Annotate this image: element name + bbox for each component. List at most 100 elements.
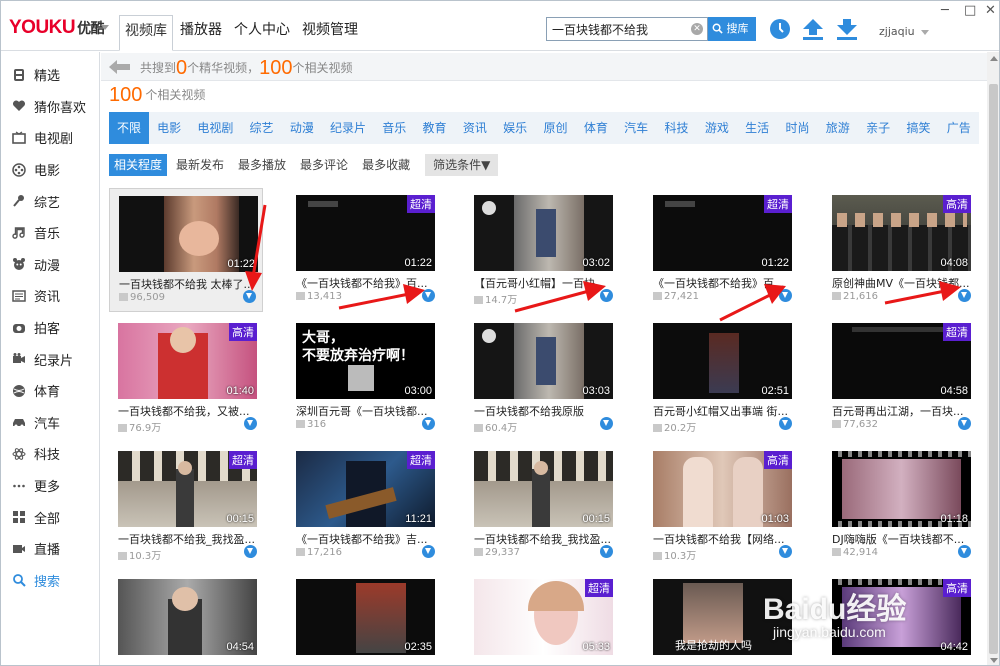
- video-thumbnail[interactable]: 00:15: [474, 451, 613, 527]
- video-thumbnail[interactable]: 02:51: [653, 323, 792, 399]
- sort-option[interactable]: 相关程度: [109, 154, 168, 176]
- download-video-icon[interactable]: [244, 417, 257, 430]
- category-tab[interactable]: 教育: [414, 112, 454, 144]
- close-button[interactable]: ✕: [985, 3, 996, 18]
- sidebar-item-variety[interactable]: 综艺: [1, 185, 99, 217]
- category-tab[interactable]: 广告: [939, 112, 979, 144]
- sidebar-item-all[interactable]: 全部: [1, 501, 99, 533]
- category-tab[interactable]: 娱乐: [495, 112, 535, 144]
- sidebar-item-featured[interactable]: 精选: [1, 59, 99, 91]
- download-video-icon[interactable]: [600, 417, 613, 430]
- category-tab[interactable]: 电影: [149, 112, 189, 144]
- category-tab[interactable]: 搞笑: [898, 112, 938, 144]
- sidebar-item-sports[interactable]: 体育: [1, 375, 99, 407]
- video-thumbnail[interactable]: 超清 05:33: [474, 579, 613, 655]
- category-tab[interactable]: 游戏: [697, 112, 737, 144]
- category-tab[interactable]: 电视剧: [189, 112, 241, 144]
- video-thumbnail[interactable]: 超清 01:22: [296, 195, 435, 271]
- video-card[interactable]: 大哥， 不要放弃治疗啊！ 03:00 深圳百元哥《一百块钱都... 316: [287, 316, 441, 440]
- sort-option[interactable]: 最多播放: [233, 154, 291, 176]
- sort-option[interactable]: 最多评论: [295, 154, 353, 176]
- category-tab[interactable]: 时尚: [777, 112, 817, 144]
- download-video-icon[interactable]: [779, 545, 792, 558]
- category-tab[interactable]: 亲子: [858, 112, 898, 144]
- video-thumbnail[interactable]: 02:35: [296, 579, 435, 655]
- video-title[interactable]: 百元哥再出江湖，一百块...: [832, 403, 971, 419]
- download-icon[interactable]: [835, 17, 859, 41]
- video-title[interactable]: 百元哥小红帽又出事端 街...: [653, 403, 792, 419]
- video-thumbnail[interactable]: 04:54: [118, 579, 257, 655]
- download-video-icon[interactable]: [958, 417, 971, 430]
- back-arrow-icon[interactable]: [109, 59, 131, 75]
- video-card[interactable]: 00:15 一百块钱都不给我_我找盈... 29,337: [465, 444, 619, 568]
- filter-dropdown-button[interactable]: 筛选条件▼: [425, 154, 499, 176]
- category-tab[interactable]: 生活: [737, 112, 777, 144]
- video-thumbnail[interactable]: 高清 04:08: [832, 195, 971, 271]
- video-card[interactable]: 超清 05:33: [465, 572, 619, 665]
- sort-option[interactable]: 最多收藏: [357, 154, 415, 176]
- category-tab[interactable]: 科技: [656, 112, 696, 144]
- video-thumbnail[interactable]: 03:03: [474, 323, 613, 399]
- video-card[interactable]: 高清 01:03 一百块钱都不给我【网络... 10.3万: [644, 444, 798, 568]
- video-thumbnail[interactable]: 03:02: [474, 195, 613, 271]
- video-card[interactable]: 超清 11:21 《一百块钱都不给我》吉... 17,216: [287, 444, 441, 568]
- sidebar-item-tv-series[interactable]: 电视剧: [1, 122, 99, 154]
- video-card[interactable]: 02:35: [287, 572, 441, 665]
- sidebar-item-anime[interactable]: 动漫: [1, 249, 99, 281]
- video-title[interactable]: 一百块钱都不给我_我找盈...: [474, 531, 613, 547]
- video-title[interactable]: 一百块钱都不给我【网络...: [653, 531, 792, 547]
- video-thumbnail[interactable]: 高清 01:40: [118, 323, 257, 399]
- sidebar-item-more[interactable]: 更多: [1, 470, 99, 502]
- category-tab[interactable]: 汽车: [616, 112, 656, 144]
- category-tab[interactable]: 不限: [109, 112, 150, 144]
- video-card[interactable]: 04:54: [109, 572, 263, 665]
- video-card[interactable]: 超清 04:58 百元哥再出江湖，一百块... 77,632: [823, 316, 977, 440]
- scrollbar-thumb[interactable]: [989, 84, 998, 654]
- video-title[interactable]: DJ嗨嗨版《一百块钱都不...: [832, 531, 971, 547]
- upload-icon[interactable]: [801, 17, 825, 41]
- sidebar-item-live[interactable]: 直播: [1, 533, 99, 565]
- video-thumbnail[interactable]: 超清 04:58: [832, 323, 971, 399]
- scroll-up-arrow-icon[interactable]: [990, 56, 998, 61]
- user-menu-caret-icon[interactable]: [921, 30, 929, 35]
- category-tab[interactable]: 音乐: [374, 112, 414, 144]
- maximize-button[interactable]: □: [964, 3, 976, 18]
- video-thumbnail[interactable]: 01:18: [832, 451, 971, 527]
- video-card[interactable]: 01:18 DJ嗨嗨版《一百块钱都不... 42,914: [823, 444, 977, 568]
- vertical-scrollbar[interactable]: [987, 52, 999, 665]
- video-card[interactable]: 高清 01:40 一百块钱都不给我，又被... 76.9万: [109, 316, 263, 440]
- video-thumbnail[interactable]: 高清 01:03: [653, 451, 792, 527]
- download-video-icon[interactable]: [422, 545, 435, 558]
- sidebar-item-paike[interactable]: 拍客: [1, 312, 99, 344]
- video-title[interactable]: 一百块钱都不给我_我找盈...: [118, 531, 257, 547]
- nav-tab-personal-center[interactable]: 个人中心: [229, 15, 295, 45]
- sidebar-item-music[interactable]: 音乐: [1, 217, 99, 249]
- category-tab[interactable]: 资讯: [455, 112, 495, 144]
- search-input[interactable]: [547, 18, 687, 40]
- video-card[interactable]: 01:22 一百块钱都不给我 太棒了... 96,509: [109, 188, 263, 312]
- nav-tab-player[interactable]: 播放器: [175, 15, 227, 45]
- video-card[interactable]: 超清 00:15 一百块钱都不给我_我找盈... 10.3万: [109, 444, 263, 568]
- category-tab[interactable]: 原创: [535, 112, 575, 144]
- video-card[interactable]: 02:51 百元哥小红帽又出事端 街... 20.2万: [644, 316, 798, 440]
- video-title[interactable]: 一百块钱都不给我原版: [474, 403, 613, 419]
- download-video-icon[interactable]: [600, 545, 613, 558]
- nav-tab-video-management[interactable]: 视频管理: [297, 15, 363, 45]
- video-thumbnail[interactable]: 超清 01:22: [653, 195, 792, 271]
- category-tab[interactable]: 纪录片: [322, 112, 374, 144]
- sidebar-item-guess-you-like[interactable]: 猜你喜欢: [1, 91, 99, 123]
- video-thumbnail[interactable]: 大哥， 不要放弃治疗啊！ 03:00: [296, 323, 435, 399]
- download-video-icon[interactable]: [422, 417, 435, 430]
- download-video-icon[interactable]: [779, 417, 792, 430]
- category-tab[interactable]: 体育: [576, 112, 616, 144]
- sidebar-item-search[interactable]: 搜索: [1, 565, 99, 597]
- category-tab[interactable]: 旅游: [818, 112, 858, 144]
- nav-tab-video-library[interactable]: 视频库: [119, 15, 173, 51]
- sidebar-item-tech[interactable]: 科技: [1, 438, 99, 470]
- clear-search-icon[interactable]: ✕: [691, 23, 703, 35]
- video-card[interactable]: 03:03 一百块钱都不给我原版 60.4万: [465, 316, 619, 440]
- video-thumbnail[interactable]: 01:22: [119, 196, 258, 272]
- youku-logo[interactable]: YOUKU 优酷: [9, 17, 105, 39]
- video-title[interactable]: 一百块钱都不给我 太棒了...: [119, 276, 258, 292]
- category-tab[interactable]: 动漫: [282, 112, 322, 144]
